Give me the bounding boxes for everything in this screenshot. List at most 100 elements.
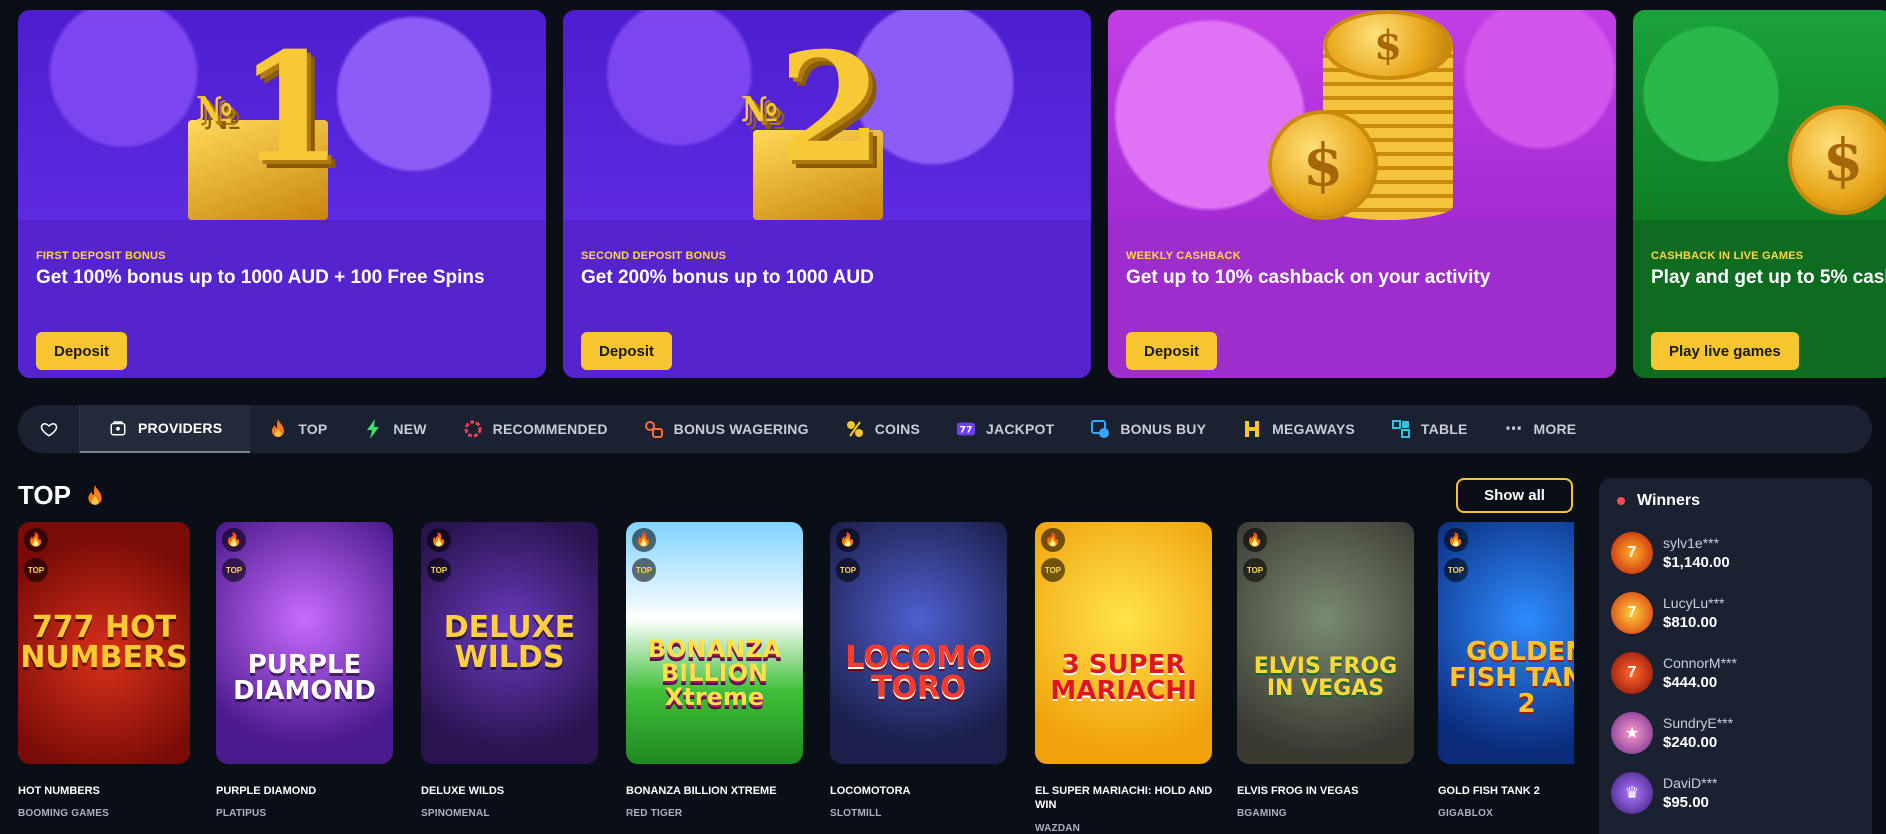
winner-game-avatar: ★: [1611, 712, 1653, 754]
winner-info: ConnorM*** $444.00: [1663, 655, 1737, 691]
fire-icon: [85, 484, 105, 506]
game-provider: SPINOMENAL: [421, 808, 490, 820]
more-icon: ⋯: [1504, 419, 1523, 438]
category-providers[interactable]: PROVIDERS: [80, 405, 251, 453]
game-name: BONANZA BILLION XTREME: [626, 785, 777, 797]
winner-row[interactable]: 7 sylv1e*** $1,140.00: [1611, 532, 1730, 574]
category-more[interactable]: ⋯ MORE: [1486, 405, 1595, 453]
number-one-illustration: 1: [238, 20, 343, 196]
game-thumbnail[interactable]: 🔥 TOP GOLDEN FISH TANK 2: [1438, 522, 1574, 764]
fire-badge-icon: 🔥: [222, 528, 246, 552]
favorites-button[interactable]: [18, 405, 80, 453]
banner-info: WEEKLY CASHBACK Get up to 10% cashback o…: [1108, 220, 1616, 378]
top-badge: TOP: [632, 558, 656, 582]
promo-banner-weekly-cashback[interactable]: $ $ WEEKLY CASHBACK Get up to 10% cashba…: [1108, 10, 1616, 378]
game-thumbnail[interactable]: 🔥 TOP ELVIS FROG IN VEGAS: [1237, 522, 1414, 764]
winner-row[interactable]: ♛ DaviD*** $95.00: [1611, 772, 1717, 814]
category-label: JACKPOT: [986, 421, 1055, 437]
winner-amount: $240.00: [1663, 734, 1718, 751]
game-card-elvis-frog-in-vegas[interactable]: 🔥 TOP ELVIS FROG IN VEGAS ELVIS FROG IN …: [1237, 522, 1417, 819]
category-label: BONUS WAGERING: [673, 421, 809, 437]
banner-illustration: № 2: [563, 10, 1091, 220]
top-badge: TOP: [1041, 558, 1065, 582]
category-label: PROVIDERS: [138, 420, 223, 436]
game-logo-text: PURPLE DIAMOND: [233, 650, 376, 706]
game-provider: PLATIPUS: [216, 808, 267, 820]
game-card-deluxe-wilds[interactable]: 🔥 TOP DELUXE WILDS DELUXE WILDS SPINOMEN…: [421, 522, 601, 819]
banner-illustration: $ $: [1108, 10, 1616, 220]
game-card-el-super-mariachi[interactable]: 🔥 TOP 3 SUPER MARIACHI EL SUPER MARIACHI…: [1035, 522, 1215, 834]
game-name: EL SUPER MARIACHI: HOLD AND WIN: [1035, 785, 1213, 812]
banner-headline: Get 200% bonus up to 1000 AUD: [581, 267, 874, 288]
game-thumbnail[interactable]: 🔥 TOP LOCOMO TORO: [830, 522, 1007, 764]
fire-badge-icon: 🔥: [632, 528, 656, 552]
game-thumbnail[interactable]: 🔥 TOP DELUXE WILDS: [421, 522, 598, 764]
winners-panel: Winners 7 sylv1e*** $1,140.00 7 LucyLu**…: [1599, 478, 1872, 834]
category-nav: PROVIDERS TOP NEW RECOMMENDED BONUS WAGE…: [18, 405, 1872, 453]
banner-headline: Get 100% bonus up to 1000 AUD + 100 Free…: [36, 267, 485, 288]
category-top[interactable]: TOP: [250, 405, 345, 453]
winner-amount: $95.00: [1663, 794, 1709, 811]
category-table[interactable]: TABLE: [1373, 405, 1486, 453]
game-provider: RED TIGER: [626, 808, 683, 820]
game-thumbnail[interactable]: 🔥 TOP 3 SUPER MARIACHI: [1035, 522, 1212, 764]
megaways-icon: [1242, 419, 1262, 439]
category-jackpot[interactable]: 77 JACKPOT: [938, 405, 1072, 453]
winner-amount: $444.00: [1663, 674, 1718, 691]
game-card-purple-diamond[interactable]: 🔥 TOP PURPLE DIAMOND PURPLE DIAMOND PLAT…: [216, 522, 396, 819]
category-recommended[interactable]: RECOMMENDED: [445, 405, 626, 453]
fire-badge-icon: 🔥: [24, 528, 48, 552]
category-label: TABLE: [1420, 421, 1468, 437]
game-name: PURPLE DIAMOND: [216, 785, 317, 797]
winner-amount: $1,140.00: [1663, 554, 1730, 571]
winner-row[interactable]: 7 LucyLu*** $810.00: [1611, 592, 1725, 634]
dollar-coin-illustration: $: [1788, 105, 1886, 215]
section-title-text: TOP: [18, 480, 71, 510]
game-logo-text: 777 HOT NUMBERS: [20, 610, 188, 675]
casino-lobby: № 1 FIRST DEPOSIT BONUS Get 100% bonus u…: [0, 0, 1886, 834]
winner-row[interactable]: ★ SundryE*** $240.00: [1611, 712, 1733, 754]
promo-banner-first-deposit[interactable]: № 1 FIRST DEPOSIT BONUS Get 100% bonus u…: [18, 10, 546, 378]
category-label: COINS: [874, 421, 921, 437]
game-logo-text: LOCOMO TORO: [845, 640, 992, 705]
lightning-icon: [363, 419, 383, 439]
winner-info: sylv1e*** $1,140.00: [1663, 535, 1730, 571]
number-badge-illustration: №: [196, 90, 233, 130]
game-card-bonanza-billion-xtreme[interactable]: 🔥 TOP BONANZA BILLION Xtreme BONANZA BIL…: [626, 522, 806, 819]
category-new[interactable]: NEW: [345, 405, 444, 453]
game-logo-text: DELUXE WILDS: [443, 610, 576, 675]
winner-info: DaviD*** $95.00: [1663, 775, 1717, 811]
game-logo-text: 3 SUPER MARIACHI: [1050, 650, 1197, 706]
promo-banner-live-cashback[interactable]: $ CASHBACK IN LIVE GAMES Play and get up…: [1633, 10, 1886, 378]
promo-carousel[interactable]: № 1 FIRST DEPOSIT BONUS Get 100% bonus u…: [18, 10, 1886, 378]
game-thumbnail[interactable]: 🔥 TOP 777 HOT NUMBERS: [18, 522, 190, 764]
game-card-locomotora[interactable]: 🔥 TOP LOCOMO TORO LOCOMOTORA SLOTMILL: [830, 522, 1010, 819]
category-label: BONUS BUY: [1120, 421, 1207, 437]
show-all-button[interactable]: Show all: [1456, 478, 1573, 513]
game-provider: BOOMING GAMES: [18, 808, 109, 820]
winner-username: SundryE***: [1663, 715, 1734, 731]
banner-info: CASHBACK IN LIVE GAMES Play and get up t…: [1633, 220, 1886, 378]
game-thumbnail[interactable]: 🔥 TOP BONANZA BILLION Xtreme: [626, 522, 803, 764]
game-logo-text: ELVIS FROG IN VEGAS: [1253, 654, 1398, 701]
game-name: DELUXE WILDS: [421, 785, 505, 797]
deposit-button[interactable]: Deposit: [1126, 332, 1218, 370]
top-badge: TOP: [836, 558, 860, 582]
play-live-games-button[interactable]: Play live games: [1651, 332, 1799, 370]
game-thumbnail[interactable]: 🔥 TOP PURPLE DIAMOND: [216, 522, 393, 764]
fire-badge-icon: 🔥: [1444, 528, 1468, 552]
bonus-buy-icon: [1090, 419, 1110, 439]
promo-banner-second-deposit[interactable]: № 2 SECOND DEPOSIT BONUS Get 200% bonus …: [563, 10, 1091, 378]
winner-row[interactable]: 7 ConnorM*** $444.00: [1611, 652, 1737, 694]
game-card-gold-fish-tank-2[interactable]: 🔥 TOP GOLDEN FISH TANK 2 GOLD FISH TANK …: [1438, 522, 1574, 819]
category-bonus-buy[interactable]: BONUS BUY: [1072, 405, 1224, 453]
game-card-hot-numbers[interactable]: 🔥 TOP 777 HOT NUMBERS HOT NUMBERS BOOMIN…: [18, 522, 198, 819]
category-coins[interactable]: COINS: [827, 405, 938, 453]
banner-headline: Get up to 10% cashback on your activity: [1126, 267, 1491, 288]
fire-badge-icon: 🔥: [1243, 528, 1267, 552]
deposit-button[interactable]: Deposit: [36, 332, 128, 370]
category-megaways[interactable]: MEGAWAYS: [1224, 405, 1373, 453]
category-bonus-wagering[interactable]: BONUS WAGERING: [626, 405, 827, 453]
top-badge: TOP: [427, 558, 451, 582]
deposit-button[interactable]: Deposit: [581, 332, 673, 370]
